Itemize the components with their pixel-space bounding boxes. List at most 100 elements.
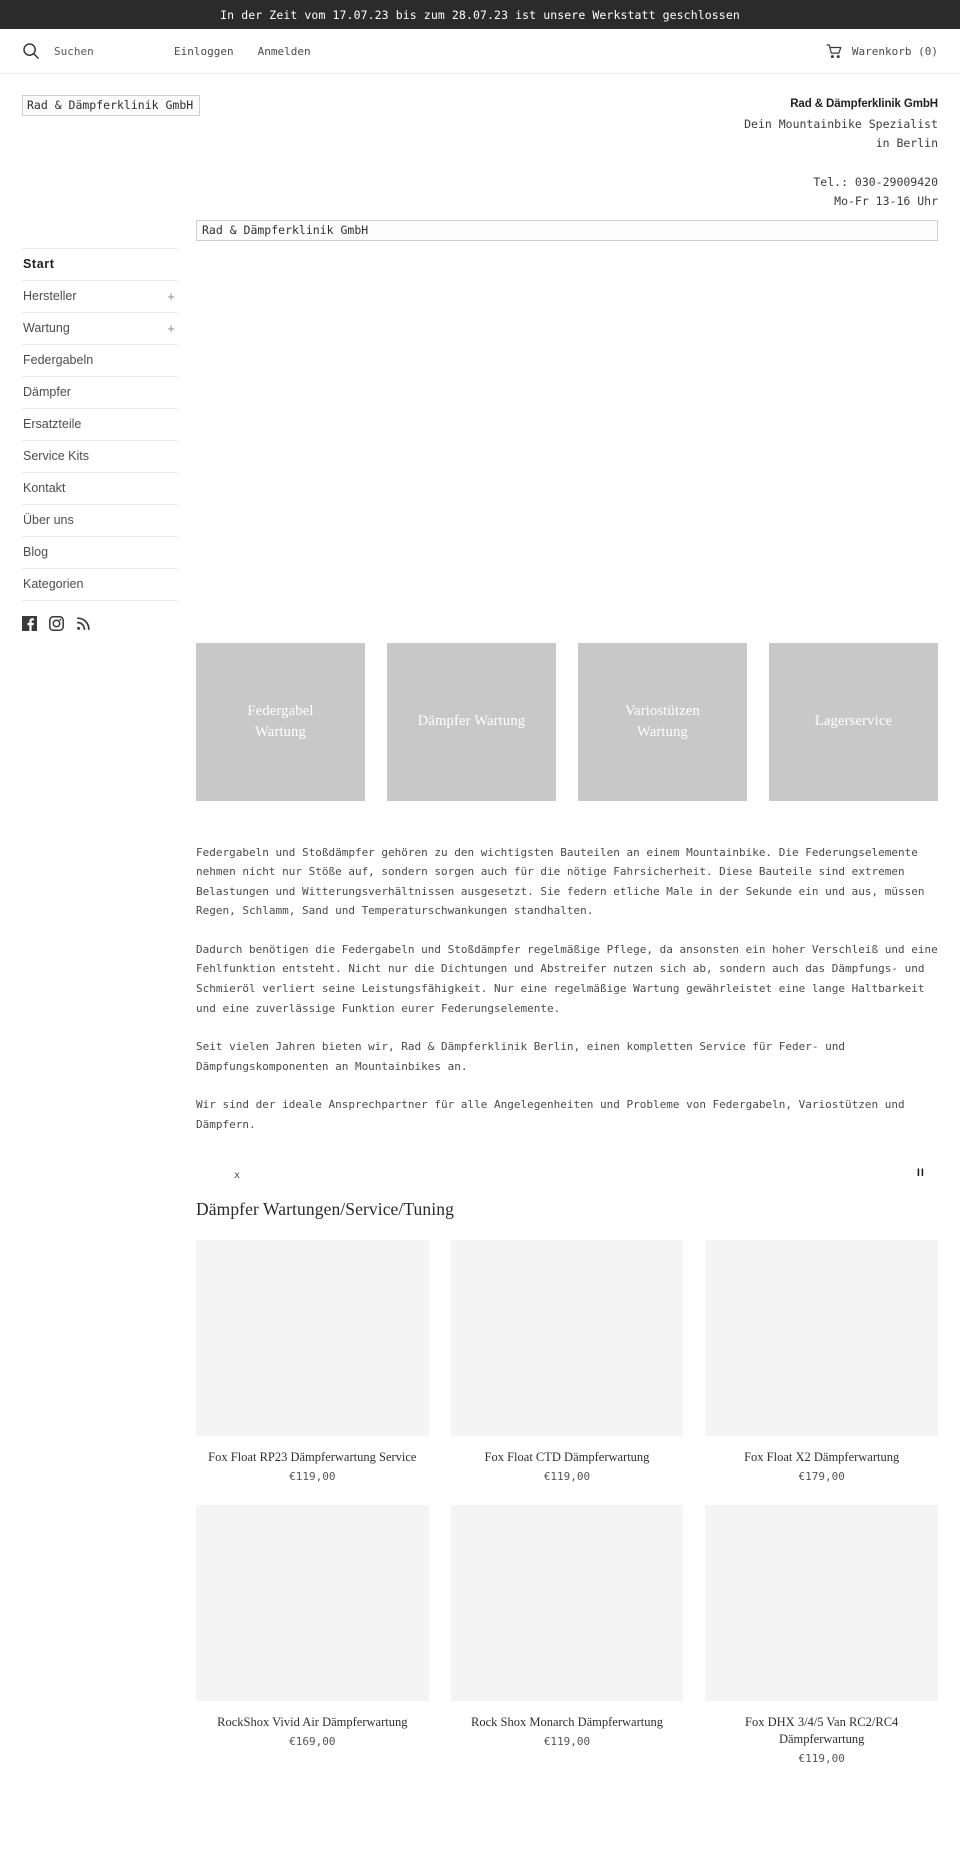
sidebar-item-federgabeln[interactable]: Federgabeln bbox=[22, 345, 177, 377]
sidebar-item-label: Service Kits bbox=[23, 449, 89, 463]
contact-tagline-2: in Berlin bbox=[875, 136, 938, 150]
product-info: Fox DHX 3/4/5 Van RC2/RC4 Dämpferwartung… bbox=[705, 1701, 938, 1765]
slideshow-pause-button[interactable]: II bbox=[917, 1167, 925, 1179]
sidebar-item-kontakt[interactable]: Kontakt bbox=[22, 473, 177, 505]
sidebar-link-blog[interactable]: Blog bbox=[22, 537, 177, 568]
service-tile-variostuetzen-wartung[interactable]: Variostützen Wartung bbox=[578, 642, 747, 801]
cart-link[interactable]: Warenkorb (0) bbox=[826, 43, 938, 59]
search-group[interactable] bbox=[22, 42, 174, 60]
product-title[interactable]: Fox Float RP23 Dämpferwartung Service bbox=[196, 1449, 429, 1466]
product-image[interactable] bbox=[450, 1504, 684, 1701]
product-image[interactable] bbox=[705, 1239, 938, 1436]
search-icon[interactable] bbox=[22, 42, 40, 60]
register-link[interactable]: Anmelden bbox=[258, 45, 311, 58]
collection-section: Dämpfer Wartungen/Service/Tuning Fox Flo… bbox=[196, 1199, 938, 1765]
sidebar-item-hersteller[interactable]: Hersteller + bbox=[22, 281, 177, 313]
product-image[interactable] bbox=[705, 1504, 938, 1701]
sidebar-item-label: Wartung bbox=[23, 321, 70, 335]
tile-label-line2: Wartung bbox=[255, 723, 306, 740]
slideshow-dot-marker[interactable]: x bbox=[234, 1170, 240, 1181]
product-card[interactable]: Fox Float RP23 Dämpferwartung Service €1… bbox=[196, 1239, 429, 1483]
product-title[interactable]: Fox Float X2 Dämpferwartung bbox=[705, 1449, 938, 1466]
sidebar-item-start[interactable]: Start bbox=[22, 247, 177, 281]
sidebar-link-ueber-uns[interactable]: Über uns bbox=[22, 505, 177, 536]
product-card[interactable]: Fox Float X2 Dämpferwartung €179,00 bbox=[705, 1239, 938, 1483]
instagram-icon[interactable] bbox=[49, 615, 64, 631]
service-tile-federgabel-wartung[interactable]: Federgabel Wartung bbox=[196, 642, 365, 801]
product-title[interactable]: Rock Shox Monarch Dämpferwartung bbox=[451, 1714, 684, 1731]
tile-label-line1: Dämpfer Wartung bbox=[417, 713, 526, 729]
sidebar-link-federgabeln[interactable]: Federgabeln bbox=[22, 345, 177, 376]
site-logo[interactable]: Rad & Dämpferklinik GmbH bbox=[22, 95, 201, 116]
sidebar-item-daempfer[interactable]: Dämpfer bbox=[22, 377, 177, 409]
product-image[interactable] bbox=[196, 1504, 429, 1701]
product-card[interactable]: Fox DHX 3/4/5 Van RC2/RC4 Dämpferwartung… bbox=[705, 1504, 938, 1765]
slideshow-controls: x II bbox=[196, 1159, 938, 1199]
sidebar-item-service-kits[interactable]: Service Kits bbox=[22, 441, 177, 473]
sidebar-item-label: Kontakt bbox=[23, 481, 66, 495]
tile-label-line1: Variostützen bbox=[625, 702, 700, 719]
sidebar-item-label: Start bbox=[23, 257, 55, 271]
intro-paragraph-3: Seit vielen Jahren bieten wir, Rad & Däm… bbox=[196, 1040, 846, 1073]
facebook-icon[interactable] bbox=[22, 615, 37, 631]
sidebar-item-label: Federgabeln bbox=[23, 353, 94, 367]
sidebar-link-daempfer[interactable]: Dämpfer bbox=[22, 377, 177, 408]
expand-icon[interactable]: + bbox=[167, 322, 175, 335]
sidebar-link-start[interactable]: Start bbox=[22, 249, 177, 280]
expand-icon[interactable]: + bbox=[167, 290, 175, 303]
sidebar-link-ersatzteile[interactable]: Ersatzteile bbox=[22, 409, 177, 440]
sidebar-item-label: Blog bbox=[23, 545, 49, 559]
contact-company: Rad & Dämpferklinik GmbH bbox=[790, 98, 938, 110]
contact-spacer bbox=[744, 154, 938, 173]
sidebar-item-ersatzteile[interactable]: Ersatzteile bbox=[22, 409, 177, 441]
product-info: Fox Float CTD Dämpferwartung €119,00 bbox=[451, 1436, 684, 1483]
product-card[interactable]: Rock Shox Monarch Dämpferwartung €119,00 bbox=[450, 1504, 684, 1765]
contact-phone: Tel.: 030-29009420 bbox=[813, 174, 938, 189]
product-price: €169,00 bbox=[289, 1734, 336, 1748]
social-links bbox=[22, 601, 177, 631]
sidebar-link-hersteller[interactable]: Hersteller + bbox=[22, 281, 177, 312]
sidebar-item-blog[interactable]: Blog bbox=[22, 537, 177, 569]
service-tile-daempfer-wartung[interactable]: Dämpfer Wartung bbox=[387, 642, 556, 801]
product-price: €119,00 bbox=[543, 1734, 591, 1748]
product-info: Fox Float RP23 Dämpferwartung Service €1… bbox=[196, 1436, 429, 1483]
sidebar-link-kategorien[interactable]: Kategorien bbox=[22, 569, 177, 600]
main-content: Rad & Dämpferklinik GmbH Federgabel Wart… bbox=[177, 219, 938, 1765]
sidebar-item-label: Kategorien bbox=[23, 577, 84, 591]
sidebar-link-service-kits[interactable]: Service Kits bbox=[22, 441, 177, 472]
product-title[interactable]: Fox DHX 3/4/5 Van RC2/RC4 Dämpferwartung bbox=[705, 1714, 938, 1748]
top-utility-bar: Einloggen Anmelden Warenkorb (0) bbox=[0, 29, 960, 74]
product-image[interactable] bbox=[196, 1239, 429, 1436]
announcement-text: In der Zeit vom 17.07.23 bis zum 28.07.2… bbox=[220, 7, 740, 22]
sidebar-link-kontakt[interactable]: Kontakt bbox=[22, 473, 177, 504]
sidebar-link-wartung[interactable]: Wartung + bbox=[22, 313, 177, 344]
product-image[interactable] bbox=[450, 1239, 684, 1436]
service-tiles: Federgabel Wartung Dämpfer Wartung Vario… bbox=[196, 642, 938, 801]
product-title[interactable]: RockShox Vivid Air Dämpferwartung bbox=[196, 1714, 429, 1731]
service-tile-lagerservice[interactable]: Lagerservice bbox=[769, 642, 938, 801]
sidebar-item-wartung[interactable]: Wartung + bbox=[22, 313, 177, 345]
contact-hours: Mo-Fr 13-16 Uhr bbox=[834, 194, 938, 208]
contact-tagline-1: Dein Mountainbike Spezialist bbox=[744, 116, 938, 131]
sidebar: Start Hersteller + Wartung + Federgabeln bbox=[22, 247, 177, 631]
tile-label-line1: Lagerservice bbox=[814, 713, 893, 729]
sidebar-item-label: Hersteller bbox=[23, 289, 77, 303]
hero-banner[interactable]: Rad & Dämpferklinik GmbH bbox=[196, 219, 938, 241]
login-link[interactable]: Einloggen bbox=[174, 45, 234, 58]
search-input[interactable] bbox=[54, 44, 154, 58]
sidebar-item-label: Dämpfer bbox=[23, 385, 71, 399]
sidebar-item-ueber-uns[interactable]: Über uns bbox=[22, 505, 177, 537]
intro-paragraph-1: Federgabeln und Stoßdämpfer gehören zu d… bbox=[196, 845, 925, 918]
product-card[interactable]: RockShox Vivid Air Dämpferwartung €169,0… bbox=[196, 1504, 429, 1765]
rss-icon[interactable] bbox=[76, 616, 91, 631]
product-price: €119,00 bbox=[798, 1751, 845, 1765]
site-header: Rad & Dämpferklinik GmbH Rad & Dämpferkl… bbox=[0, 74, 960, 212]
product-title[interactable]: Fox Float CTD Dämpferwartung bbox=[451, 1449, 684, 1466]
product-info: RockShox Vivid Air Dämpferwartung €169,0… bbox=[196, 1701, 429, 1748]
product-card[interactable]: Fox Float CTD Dämpferwartung €119,00 bbox=[450, 1239, 684, 1483]
page-body: Start Hersteller + Wartung + Federgabeln bbox=[0, 219, 960, 1765]
tile-label-line1: Federgabel bbox=[247, 702, 314, 719]
shopping-cart-icon bbox=[826, 43, 843, 59]
product-info: Rock Shox Monarch Dämpferwartung €119,00 bbox=[451, 1701, 684, 1748]
sidebar-item-kategorien[interactable]: Kategorien bbox=[22, 569, 177, 601]
